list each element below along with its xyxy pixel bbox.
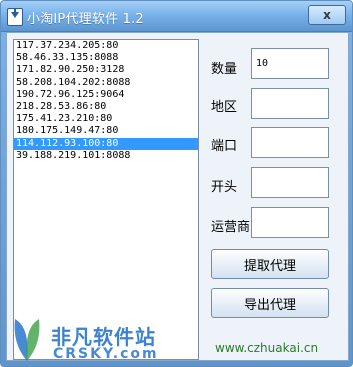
- website-link[interactable]: www.czhuakai.cn: [215, 341, 318, 355]
- title-bar[interactable]: 小淘IP代理软件 1.2 x: [1, 1, 352, 32]
- client-area: 117.37.234.205:80 58.46.33.135:8088 171.82…: [6, 32, 349, 361]
- proxy-list-item[interactable]: 180.175.149.47:80: [14, 125, 198, 137]
- proxy-list-item[interactable]: 114.112.93.100:80: [14, 137, 198, 150]
- port-label: 端口: [211, 139, 238, 154]
- export-proxy-button[interactable]: 导出代理: [211, 288, 329, 318]
- isp-label: 运营商: [211, 220, 251, 235]
- window-title: 小淘IP代理软件 1.2: [27, 12, 144, 27]
- app-window: 小淘IP代理软件 1.2 x 117.37.234.205:80 58.46.33…: [0, 0, 353, 367]
- proxy-list-item[interactable]: 190.72.96.125:9064: [14, 89, 198, 101]
- proxy-list-item[interactable]: 171.82.90.250:3128: [14, 64, 198, 76]
- proxy-list-item[interactable]: 58.46.33.135:8088: [14, 52, 198, 64]
- close-button[interactable]: x: [308, 5, 346, 25]
- prefix-input[interactable]: [251, 167, 329, 198]
- proxy-list[interactable]: 117.37.234.205:80 58.46.33.135:8088 171.82…: [13, 39, 199, 360]
- close-icon: x: [323, 8, 331, 22]
- proxy-list-item[interactable]: 218.28.53.86:80: [14, 101, 198, 113]
- download-arrow-icon: [7, 8, 23, 26]
- isp-input[interactable]: [251, 207, 329, 238]
- region-input[interactable]: [251, 88, 329, 119]
- proxy-list-item[interactable]: 175.41.23.210:80: [14, 113, 198, 125]
- proxy-list-item[interactable]: 58.208.104.202:8088: [14, 77, 198, 89]
- prefix-label: 开头: [211, 180, 238, 195]
- region-label: 地区: [211, 100, 238, 115]
- quantity-input[interactable]: [251, 48, 329, 79]
- quantity-label: 数量: [211, 62, 238, 77]
- proxy-list-item[interactable]: 117.37.234.205:80: [14, 40, 198, 52]
- fetch-proxy-button[interactable]: 提取代理: [211, 249, 329, 279]
- port-input[interactable]: [251, 127, 329, 158]
- proxy-list-item[interactable]: 39.188.219.101:8088: [14, 150, 198, 162]
